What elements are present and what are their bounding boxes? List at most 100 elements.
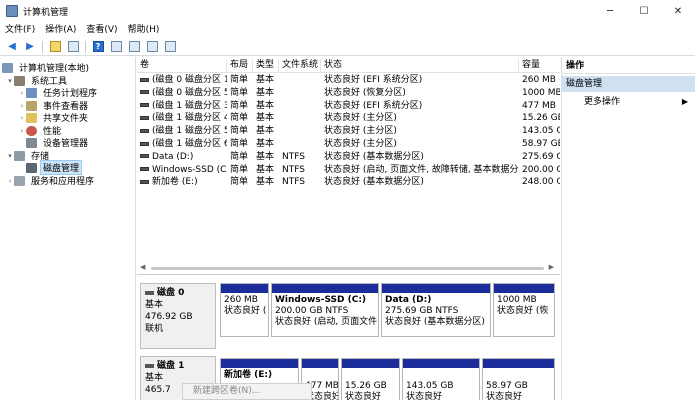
show-tree-icon[interactable] [66, 40, 80, 54]
disk-0-info[interactable]: 磁盘 0 基本 476.92 GB 联机 [140, 283, 216, 349]
menu-help[interactable]: 帮助(H) [123, 22, 165, 38]
maximize-button[interactable]: ☐ [627, 0, 661, 22]
horizontal-scrollbar[interactable]: ◀ ▶ [137, 263, 560, 273]
scrollbar-thumb[interactable] [151, 267, 544, 270]
cell-volume: (磁盘 0 磁盘分区 1) [137, 74, 227, 87]
cell-capacity: 200.00 GB [522, 164, 560, 175]
disk-1-partition-5[interactable]: 143.05 GB 状态良好 [402, 358, 480, 400]
properties-icon[interactable] [109, 40, 123, 54]
disk-icon [145, 290, 154, 295]
check-icon[interactable] [145, 40, 159, 54]
actions-pane: 操作 磁盘管理 更多操作 ▶ [561, 57, 695, 400]
cell-layout: 简单 [230, 177, 249, 188]
chevron-down-icon[interactable]: ▾ [6, 152, 14, 160]
cell-layout: 简单 [230, 75, 249, 85]
disk-0-partition-1[interactable]: 260 MB 状态良好 ( [220, 283, 269, 337]
chevron-right-icon[interactable]: › [18, 114, 26, 122]
menu-view[interactable]: 查看(V) [81, 22, 122, 38]
column-header-filesystem[interactable]: 文件系统 [279, 59, 321, 73]
window-title: 计算机管理 [23, 7, 69, 18]
chevron-right-icon[interactable]: › [18, 89, 26, 97]
volume-icon [140, 77, 149, 82]
chevron-down-icon[interactable]: ▾ [6, 77, 14, 85]
cell-capacity: 275.69 GB [522, 151, 560, 162]
chevron-right-icon[interactable]: › [6, 177, 14, 185]
toolbar: ◀ ▶ ? [0, 38, 695, 56]
disk-0-partition-recovery[interactable]: 1000 MB 状态良好 (恢 [493, 283, 555, 337]
disk-1-partition-4[interactable]: 15.26 GB 状态良好 [341, 358, 400, 400]
cell-filesystem: NTFS [282, 164, 305, 175]
actions-header: 操作 [562, 59, 695, 74]
cell-volume: (磁盘 1 磁盘分区 3) [137, 100, 227, 113]
column-header-volume[interactable]: 卷 [137, 59, 227, 73]
column-header-capacity[interactable]: 容量 [519, 59, 560, 73]
cell-status: 状态良好 (基本数据分区) [324, 151, 424, 162]
help-icon[interactable]: ? [91, 40, 105, 54]
volume-icon [140, 103, 149, 108]
more-actions-item[interactable]: 更多操作 ▶ [584, 95, 692, 109]
disk-0-type: 基本 [145, 300, 164, 310]
cell-capacity: 260 MB [522, 75, 556, 85]
context-menu-new-spanned-volume[interactable]: 新建跨区卷(N)... [182, 383, 312, 400]
close-button[interactable]: ✕ [661, 0, 695, 22]
volume-icon [140, 154, 149, 159]
cell-volume: Data (D:) [137, 151, 227, 164]
column-header-status[interactable]: 状态 [321, 59, 519, 73]
table-row[interactable]: 新加卷 (E:)简单基本 NTFS 状态良好 (基本数据分区) 248.00 GB [137, 176, 560, 189]
table-row[interactable]: Data (D:)简单基本 NTFS 状态良好 (基本数据分区) 275.69 GB [137, 151, 560, 164]
cell-status: 状态良好 (主分区) [324, 113, 397, 124]
cell-layout: 简单 [230, 87, 249, 98]
cell-type: 基本 [256, 126, 275, 137]
table-row[interactable]: (磁盘 1 磁盘分区 4) 简单 基本 状态良好 (主分区) 15.26 GB [137, 112, 560, 125]
table-row[interactable]: (磁盘 1 磁盘分区 3) 简单 基本 状态良好 (EFI 系统分区) 477 MB [137, 100, 560, 113]
cell-capacity: 477 MB [522, 100, 556, 111]
menu-action[interactable]: 操作(A) [40, 22, 81, 38]
window-icon[interactable] [163, 40, 177, 54]
cell-filesystem [279, 87, 321, 100]
volume-icon [140, 179, 149, 184]
minimize-button[interactable]: ─ [593, 0, 627, 22]
cell-filesystem [279, 74, 321, 87]
table-row[interactable]: (磁盘 1 磁盘分区 5)简单基本 状态良好 (主分区) 143.05 GB [137, 125, 560, 138]
cell-layout: 简单 [230, 100, 249, 111]
cell-layout: 简单 [230, 164, 249, 175]
rescan-icon[interactable] [127, 40, 141, 54]
disk-1-partition-6[interactable]: 58.97 GB 状态良好 [482, 358, 555, 400]
cell-filesystem [279, 112, 321, 125]
table-row[interactable]: Windows-SSD (C:) 简单 基本 NTFS 状态良好 (启动, 页面文件, … [137, 164, 560, 177]
cell-volume: (磁盘 1 磁盘分区 5) [137, 125, 227, 138]
menu-file[interactable]: 文件(F) [0, 22, 40, 38]
column-header-layout[interactable]: 布局 [227, 59, 253, 73]
disk-0-partition-c[interactable]: Windows-SSD (C:) 200.00 GB NTFS 状态良好 (启动… [271, 283, 379, 337]
cell-volume: Windows-SSD (C:) [137, 164, 227, 177]
disk-icon [145, 363, 154, 368]
column-header-type[interactable]: 类型 [253, 59, 279, 73]
back-icon[interactable]: ◀ [5, 40, 19, 54]
table-row[interactable]: (磁盘 0 磁盘分区 5) 简单 基本 状态良好 (恢复分区) 1000 MB [137, 87, 560, 100]
cell-filesystem [279, 125, 321, 138]
device-manager-icon [26, 137, 37, 148]
cell-filesystem: NTFS [282, 151, 305, 162]
table-row[interactable]: (磁盘 1 磁盘分区 6) 简单 基本 状态良好 (主分区) 58.97 GB [137, 138, 560, 151]
table-row[interactable]: (磁盘 0 磁盘分区 1) 简单 基本 状态良好 (EFI 系统分区) 260 MB [137, 74, 560, 87]
cell-filesystem: NTFS [282, 177, 305, 188]
actions-disk-management[interactable]: 磁盘管理 [562, 76, 695, 92]
chevron-right-icon[interactable]: › [18, 102, 26, 110]
volume-list-header: 卷 布局 类型 文件系统 状态 容量 [137, 59, 560, 73]
cell-capacity: 58.97 GB [522, 139, 560, 149]
shared-folder-icon [26, 112, 37, 123]
title-bar: 计算机管理 ─ ☐ ✕ [0, 0, 695, 22]
tree-item-services-apps[interactable]: › 服务和应用程序 [6, 174, 97, 187]
forward-icon[interactable]: ▶ [23, 40, 37, 54]
cell-status: 状态良好 (主分区) [324, 139, 397, 149]
disk-0-partition-d[interactable]: Data (D:) 275.69 GB NTFS 状态良好 (基本数据分区) [381, 283, 491, 337]
cell-filesystem [279, 138, 321, 151]
volume-icon [140, 128, 149, 133]
scroll-right-icon[interactable]: ▶ [549, 263, 554, 271]
storage-icon [14, 150, 25, 161]
cell-type: 基本 [256, 151, 275, 162]
chevron-right-icon[interactable]: › [18, 127, 26, 135]
scroll-left-icon[interactable]: ◀ [140, 263, 145, 271]
up-folder-icon[interactable] [48, 40, 62, 54]
disk-0-name: 磁盘 0 [145, 287, 211, 299]
